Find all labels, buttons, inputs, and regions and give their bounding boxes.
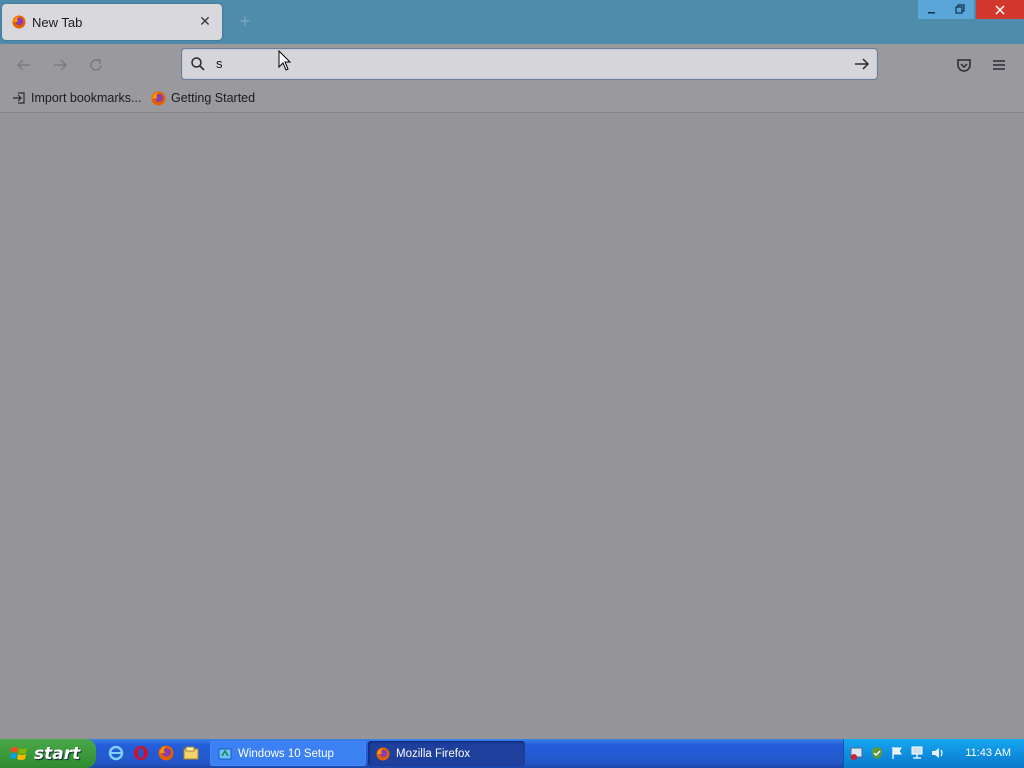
taskbar-item-mozilla-firefox[interactable]: Mozilla Firefox <box>368 741 525 766</box>
url-input-value[interactable]: s <box>216 56 223 71</box>
network-icon[interactable] <box>910 746 924 760</box>
clock[interactable]: 11:43 AM <box>965 747 1011 759</box>
new-tab-button[interactable]: + <box>236 12 254 30</box>
taskbar-item-label: Mozilla Firefox <box>396 747 471 760</box>
window-close-button[interactable] <box>976 0 1024 19</box>
system-tray: 11:43 AM <box>843 739 1024 768</box>
restore-icon <box>954 4 965 14</box>
taskbar-item-label: Windows 10 Setup <box>238 747 334 760</box>
bookmark-import[interactable]: Import bookmarks... <box>12 90 141 106</box>
reload-button[interactable] <box>85 54 107 76</box>
minimize-button[interactable] <box>918 0 946 19</box>
import-icon <box>13 92 25 104</box>
setup-icon <box>218 748 232 759</box>
bookmarks-toolbar: Import bookmarks... Getting Started <box>0 84 1024 113</box>
mouse-cursor-icon <box>278 50 292 71</box>
bookmark-label: Getting Started <box>171 91 256 105</box>
tab-title: New Tab <box>32 15 83 30</box>
minimize-icon <box>928 11 935 13</box>
go-arrow-icon[interactable] <box>853 55 871 73</box>
volume-icon[interactable] <box>930 746 944 760</box>
tab-close-button[interactable]: ✕ <box>196 12 214 30</box>
close-icon <box>995 4 1005 15</box>
search-icon <box>191 57 205 71</box>
page-content <box>0 113 1024 739</box>
shield-icon[interactable] <box>870 746 884 760</box>
title-bar: New Tab ✕ + <box>0 0 1024 44</box>
hamburger-menu-icon <box>993 60 1005 70</box>
tab-new-tab[interactable]: New Tab ✕ <box>2 4 222 40</box>
back-button[interactable] <box>13 54 35 76</box>
firefox-icon <box>376 747 390 760</box>
pocket-button[interactable] <box>953 54 975 76</box>
firefox-icon <box>12 15 26 29</box>
start-button[interactable]: start <box>0 739 96 768</box>
taskbar: start Windows 10 Setup Mozilla Firefox 1… <box>0 739 1024 768</box>
taskbar-item-windows-10-setup[interactable]: Windows 10 Setup <box>210 741 366 766</box>
forward-arrow-icon <box>54 59 68 71</box>
menu-button[interactable] <box>988 54 1010 76</box>
bookmark-getting-started[interactable]: Getting Started <box>151 90 255 106</box>
firefox-icon[interactable] <box>158 745 174 761</box>
back-arrow-icon <box>16 59 30 71</box>
bookmark-label: Import bookmarks... <box>31 91 142 105</box>
windows-logo-icon <box>10 746 27 760</box>
flag-icon[interactable] <box>890 746 904 760</box>
security-alert-icon[interactable] <box>850 746 864 760</box>
restore-button[interactable] <box>946 0 974 19</box>
file-explorer-icon[interactable] <box>183 745 199 761</box>
start-label: start <box>34 743 81 764</box>
forward-button[interactable] <box>49 54 71 76</box>
opera-icon[interactable] <box>133 745 149 761</box>
firefox-icon <box>151 91 166 105</box>
pocket-icon <box>957 59 971 72</box>
navigation-toolbar: s <box>0 44 1024 84</box>
internet-explorer-icon[interactable] <box>108 745 124 761</box>
reload-icon <box>90 59 102 71</box>
